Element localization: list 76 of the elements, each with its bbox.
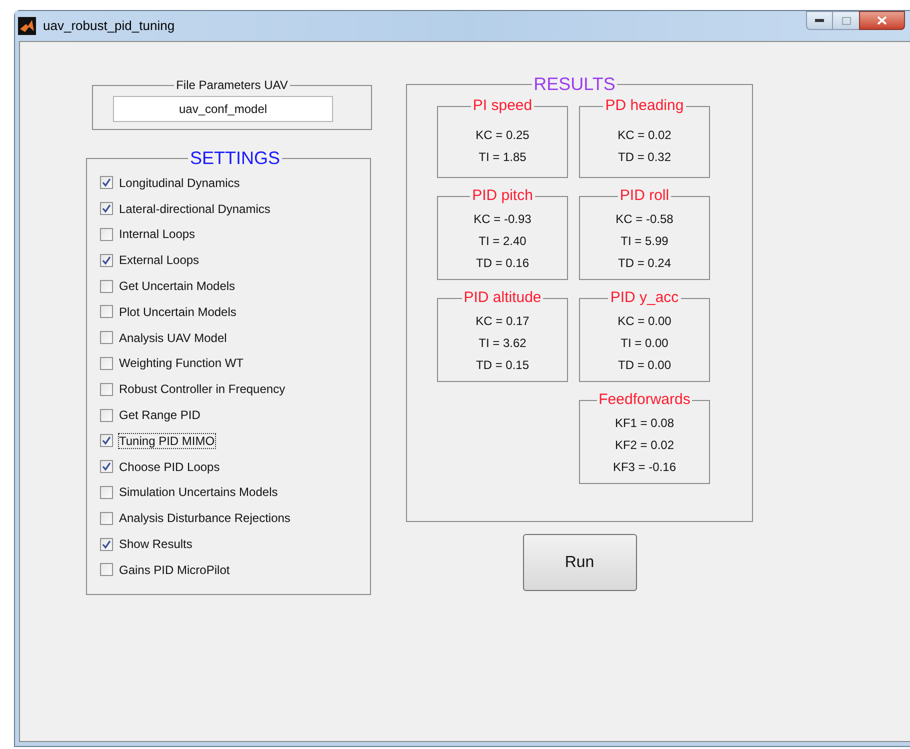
check-icon — [102, 256, 111, 265]
result-value: KC = -0.58 — [616, 212, 674, 226]
checkbox[interactable] — [100, 228, 113, 241]
panel-title: SETTINGS — [188, 148, 281, 168]
checkbox[interactable] — [100, 460, 113, 474]
group-title: PID roll — [618, 188, 670, 204]
app-icon — [18, 17, 36, 35]
minimize-button[interactable] — [806, 11, 833, 30]
checkbox[interactable] — [100, 408, 113, 422]
result-value: TD = 0.16 — [476, 256, 530, 270]
checkbox[interactable] — [100, 254, 113, 267]
group-title: PID altitude — [462, 290, 542, 306]
checkbox[interactable] — [100, 382, 113, 396]
group-title: PI speed — [472, 98, 534, 114]
result-value: TI = 0.00 — [620, 336, 668, 350]
checkbox-label[interactable]: Choose PID Loops — [119, 460, 220, 474]
checkbox[interactable] — [100, 512, 113, 525]
checkbox-label[interactable]: Show Results — [119, 537, 192, 552]
checkbox-label[interactable]: Analysis UAV Model — [119, 330, 227, 345]
file-input-field[interactable]: uav_conf_model — [113, 96, 333, 122]
result-value: KF2 = 0.02 — [614, 438, 674, 452]
close-button[interactable] — [859, 11, 905, 30]
checkbox[interactable] — [100, 280, 113, 293]
result-value: KC = 0.02 — [618, 128, 672, 142]
panel-title: File Parameters UAV — [175, 77, 289, 94]
result-value: KC = 0.25 — [476, 128, 530, 142]
result-value: KC = 0.17 — [476, 314, 530, 328]
checkbox[interactable] — [100, 176, 113, 190]
minimize-icon — [815, 19, 824, 22]
group-title: PID pitch — [471, 188, 534, 204]
checkbox[interactable] — [100, 331, 113, 344]
checkbox[interactable] — [100, 305, 113, 318]
checkbox[interactable] — [100, 563, 113, 576]
window-title: uav_robust_pid_tuning — [43, 17, 175, 36]
checkbox-label[interactable]: Lateral-directional Dynamics — [119, 202, 270, 216]
checkbox-label[interactable]: Internal Loops — [119, 227, 196, 242]
checkbox-label[interactable]: Analysis Disturbance Rejections — [119, 511, 290, 526]
checkbox-label[interactable]: Robust Controller in Frequency — [119, 382, 286, 396]
checkbox-label[interactable]: External Loops — [119, 253, 200, 268]
run-button[interactable]: Run — [522, 534, 636, 591]
check-icon — [102, 178, 111, 188]
checkbox-label[interactable]: Get Range PID — [119, 408, 200, 422]
check-icon — [102, 462, 111, 472]
checkbox-label[interactable]: Longitudinal Dynamics — [119, 176, 240, 190]
result-value: TI = 3.62 — [478, 336, 526, 350]
checkbox-label[interactable]: Get Uncertain Models — [119, 279, 236, 294]
result-value: KF3 = -0.16 — [612, 460, 676, 474]
panel-title: RESULTS — [532, 74, 616, 94]
result-value: KC = 0.00 — [618, 314, 672, 328]
check-icon — [102, 204, 111, 214]
checkbox-label[interactable]: Plot Uncertain Models — [119, 304, 236, 319]
checkbox[interactable] — [100, 356, 113, 370]
group-title: PID y_acc — [609, 290, 680, 306]
result-value: TI = 1.85 — [478, 150, 526, 164]
checkbox-label[interactable]: Simulation Uncertains Models — [119, 485, 278, 500]
result-value: TD = 0.00 — [618, 358, 672, 372]
checkbox[interactable] — [100, 538, 113, 551]
result-value: TD = 0.15 — [476, 358, 530, 372]
checkbox[interactable] — [100, 486, 113, 499]
result-value: KF1 = 0.08 — [614, 416, 674, 430]
close-icon — [877, 16, 887, 25]
result-value: TI = 2.40 — [478, 234, 526, 248]
maximize-icon — [842, 16, 850, 24]
checkbox[interactable] — [100, 434, 113, 448]
checkbox-label[interactable]: Weighting Function WT — [119, 356, 244, 370]
check-icon — [102, 436, 111, 446]
checkbox-label[interactable]: Tuning PID MIMO — [119, 434, 215, 448]
group-title: Feedforwards — [598, 392, 692, 408]
checkbox[interactable] — [100, 202, 113, 216]
checkbox-label[interactable]: Gains PID MicroPilot — [119, 562, 230, 577]
result-value: KC = -0.93 — [474, 212, 532, 226]
result-value: TD = 0.24 — [618, 256, 672, 270]
result-value: TD = 0.32 — [618, 150, 672, 164]
check-icon — [102, 540, 111, 549]
group-title: PD heading — [604, 98, 685, 114]
result-value: TI = 5.99 — [620, 234, 668, 248]
